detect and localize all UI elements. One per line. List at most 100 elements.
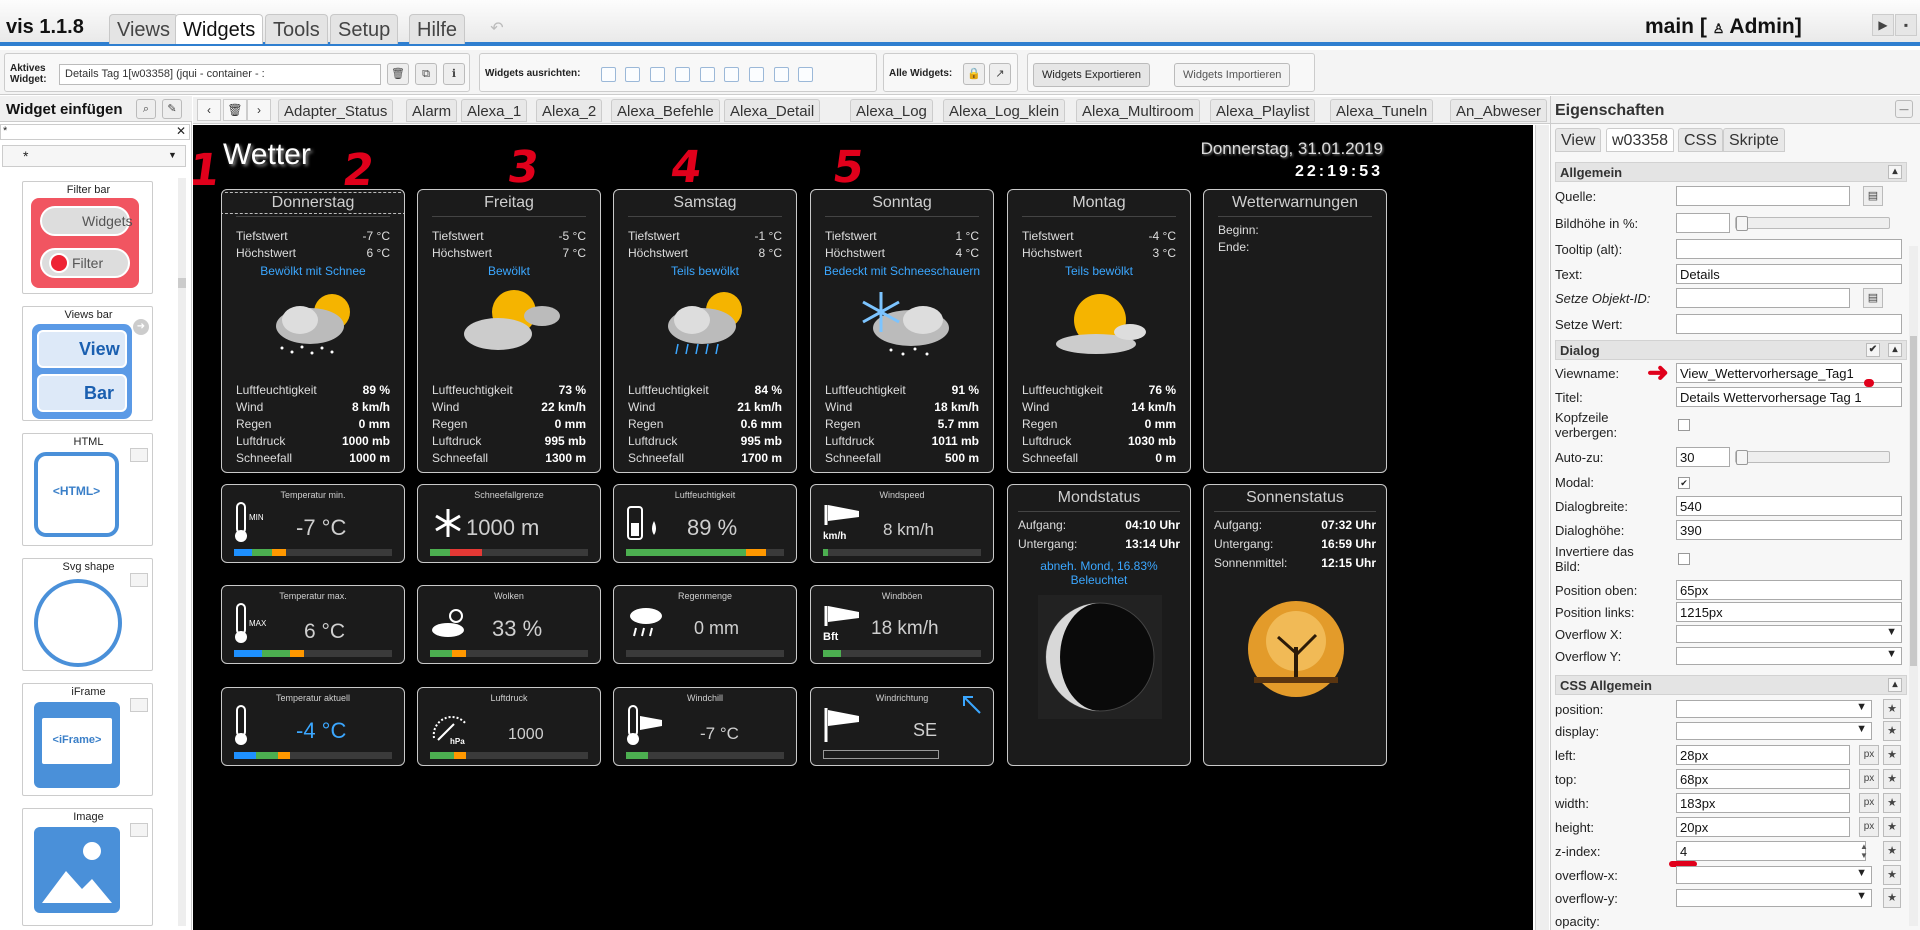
tab-alexa-1[interactable]: Alexa_1 — [461, 99, 528, 122]
section-css-allgemein[interactable]: CSS Allgemein ▴ — [1555, 675, 1907, 695]
forecast-day-card[interactable]: Samstag Tiefstwert -1 °C Höchstwert 8 °C T… — [613, 189, 797, 473]
palette-item-filter-bar[interactable]: Filter bar Widgets Filter — [22, 181, 153, 294]
section-dialog[interactable]: Dialog ✔ ▴ — [1555, 340, 1907, 360]
forecast-day-card[interactable]: Sonntag Tiefstwert 1 °C Höchstwert 4 °C Be… — [810, 189, 994, 473]
tab-css[interactable]: CSS — [1678, 128, 1723, 152]
zindex-spinner-icon[interactable]: ▲ ▼ — [1860, 842, 1868, 860]
star-icon[interactable]: ★ — [1883, 699, 1901, 719]
tab-scripts[interactable]: Skripte — [1723, 128, 1785, 152]
display-select[interactable]: ▼ — [1676, 722, 1872, 740]
clear-filter-icon[interactable]: ✕ — [176, 124, 186, 138]
modal-checkbox[interactable]: ✔ — [1678, 477, 1690, 489]
day-name[interactable]: Donnerstag — [222, 192, 404, 214]
tab-alexa-detail[interactable]: Alexa_Detail — [724, 99, 821, 122]
section-allgemein[interactable]: Allgemein ▴ — [1555, 162, 1907, 182]
tab-widget[interactable]: w03358 — [1606, 128, 1675, 152]
collapse-icon[interactable]: — — [1895, 100, 1913, 118]
tab-alexa-multiroom[interactable]: Alexa_Multiroom — [1076, 99, 1200, 122]
tab-alexa-log[interactable]: Alexa_Log — [850, 99, 933, 122]
posoben-input[interactable]: 65px — [1676, 580, 1902, 600]
align-hcenter-icon[interactable] — [700, 67, 715, 82]
copy-icon[interactable]: ⧉ — [415, 63, 437, 85]
tab-an-abweser[interactable]: An_Abweser — [1450, 99, 1548, 122]
star-icon[interactable]: ★ — [1883, 721, 1901, 741]
external-link-icon[interactable]: ↗ — [989, 63, 1011, 85]
collapse-up-icon[interactable]: ▴ — [1888, 343, 1902, 357]
menu-toggle-button[interactable]: ▪ — [1895, 14, 1917, 36]
star-icon[interactable]: ★ — [1883, 745, 1901, 765]
bildhoehe-input[interactable] — [1676, 213, 1730, 233]
palette-item-html[interactable]: HTML <HTML> — [22, 433, 153, 546]
canvas-scrollbar[interactable] — [1535, 125, 1549, 930]
forecast-day-card[interactable]: Freitag Tiefstwert -5 °C Höchstwert 7 °C B… — [417, 189, 601, 473]
tab-view[interactable]: View — [1555, 128, 1602, 152]
forecast-day-card[interactable]: Donnerstag Tiefstwert -7 °C Höchstwert 6 °… — [221, 189, 405, 473]
star-icon[interactable]: ★ — [1883, 888, 1901, 908]
autozu-slider[interactable] — [1735, 450, 1890, 465]
dlghoehe-input[interactable]: 390 — [1676, 520, 1902, 540]
collapse-up-icon[interactable]: ▴ — [1888, 165, 1902, 179]
star-icon[interactable]: ★ — [1883, 769, 1901, 789]
tab-alexa-2[interactable]: Alexa_2 — [536, 99, 603, 122]
palette-item-iframe[interactable]: iFrame <iFrame> — [22, 683, 153, 796]
quelle-input[interactable] — [1676, 186, 1850, 206]
autozu-input[interactable]: 30 — [1676, 447, 1730, 467]
tabs-next-icon[interactable]: › — [247, 99, 271, 121]
position-select[interactable]: ▼ — [1676, 700, 1872, 718]
browse-icon[interactable]: ▤ — [1863, 186, 1883, 206]
export-widgets-button[interactable]: Widgets Exportieren — [1033, 63, 1151, 87]
align-bottom-icon[interactable] — [675, 67, 690, 82]
active-widget-select[interactable]: Details Tag 1[w03358] (jqui - container … — [59, 64, 381, 85]
width-input[interactable]: 183px — [1676, 793, 1850, 813]
overflowx-select[interactable]: ▼ — [1676, 866, 1872, 884]
tab-alexa-befehle[interactable]: Alexa_Befehle — [611, 99, 720, 122]
lock-icon[interactable]: 🔒 — [963, 63, 985, 85]
palette-scrollbar[interactable] — [178, 178, 186, 926]
info-icon[interactable]: ℹ — [443, 63, 465, 85]
same-size-icon[interactable] — [798, 67, 813, 82]
align-vcenter-icon[interactable] — [724, 67, 739, 82]
tab-alarm[interactable]: Alarm — [406, 99, 458, 122]
top-input[interactable]: 68px — [1676, 769, 1850, 789]
bildhoehe-slider[interactable] — [1735, 216, 1890, 231]
menu-views[interactable]: Views — [109, 14, 178, 44]
distribute-h-icon[interactable] — [774, 67, 789, 82]
palette-set-select[interactable]: * — [2, 145, 186, 167]
import-widgets-button[interactable]: Widgets Importieren — [1174, 63, 1291, 87]
menu-hilfe[interactable]: Hilfe — [409, 14, 466, 44]
objid-input[interactable] — [1676, 288, 1850, 308]
kopfzeile-checkbox[interactable] — [1678, 419, 1690, 431]
align-right-icon[interactable] — [625, 67, 640, 82]
tab-alexa-log-klein[interactable]: Alexa_Log_klein — [943, 99, 1066, 122]
distribute-v-icon[interactable] — [749, 67, 764, 82]
tab-alexa-playlist[interactable]: Alexa_Playlist — [1210, 99, 1316, 122]
star-icon[interactable]: ★ — [1883, 793, 1901, 813]
tab-alexa-tuneln[interactable]: Alexa_Tuneln — [1330, 99, 1434, 122]
star-icon[interactable]: ★ — [1883, 865, 1901, 885]
star-icon[interactable]: ★ — [1883, 817, 1901, 837]
height-input[interactable]: 20px — [1676, 817, 1850, 837]
search-icon[interactable]: ⌕ — [136, 99, 156, 119]
undo-icon[interactable]: ↶ — [486, 18, 508, 40]
wert-input[interactable] — [1676, 314, 1902, 334]
browse-icon[interactable]: ▤ — [1863, 288, 1883, 308]
zindex-input[interactable]: 4 — [1676, 841, 1866, 861]
ovy-select[interactable]: ▼ — [1676, 647, 1902, 665]
palette-item-views-bar[interactable]: Views bar View Bar ➜ — [22, 306, 153, 421]
dlgbreite-input[interactable]: 540 — [1676, 496, 1902, 516]
left-input[interactable]: 28px — [1676, 745, 1850, 765]
tabs-prev-icon[interactable]: ‹ — [197, 99, 221, 121]
palette-item-image[interactable]: Image — [22, 808, 153, 926]
play-button[interactable]: ▶ — [1872, 14, 1894, 36]
delete-icon[interactable]: 🗑 — [387, 63, 409, 85]
collapse-up-icon[interactable]: ▴ — [1888, 678, 1902, 692]
align-top-icon[interactable] — [650, 67, 665, 82]
star-icon[interactable]: ★ — [1883, 841, 1901, 861]
invert-checkbox[interactable] — [1678, 553, 1690, 565]
forecast-day-card[interactable]: Montag Tiefstwert -4 °C Höchstwert 3 °C Te… — [1007, 189, 1191, 473]
pin-icon[interactable]: ✎ — [162, 99, 182, 119]
ovx-select[interactable]: ▼ — [1676, 625, 1902, 643]
palette-filter-input[interactable]: * — [0, 124, 190, 140]
properties-scrollbar[interactable] — [1909, 246, 1918, 926]
menu-setup[interactable]: Setup — [330, 14, 399, 44]
